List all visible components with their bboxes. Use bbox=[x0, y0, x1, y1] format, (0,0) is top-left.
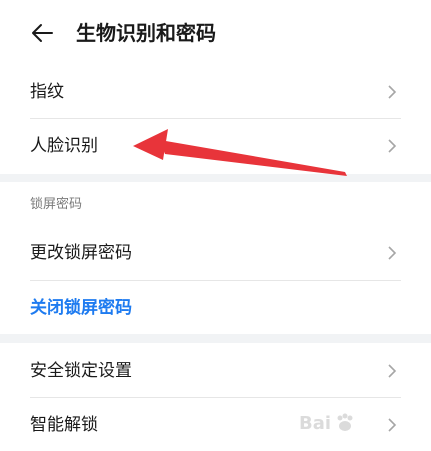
paw-icon bbox=[337, 413, 353, 431]
watermark-text: Bai bbox=[299, 412, 332, 434]
annotation-arrow bbox=[133, 129, 347, 176]
baidu-watermark: Bai bbox=[299, 409, 419, 437]
